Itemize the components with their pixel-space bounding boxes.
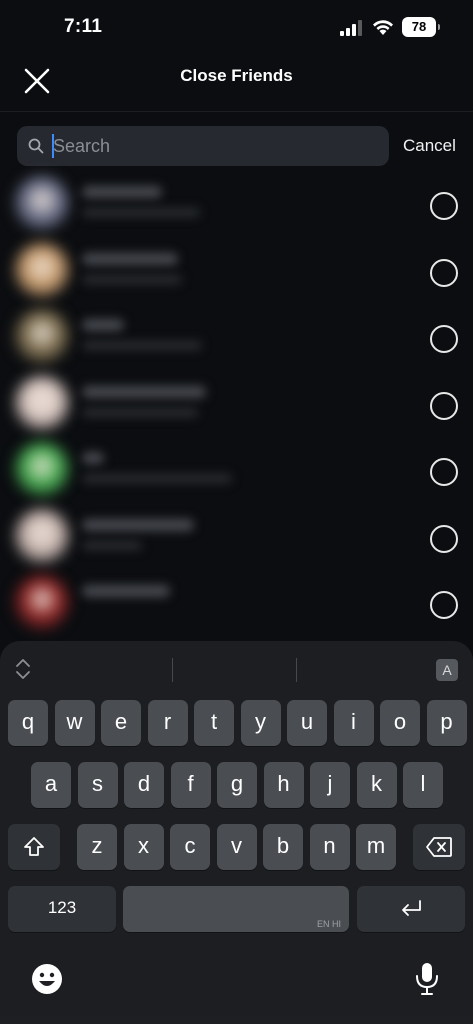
key-g[interactable]: g (217, 762, 257, 808)
key-y[interactable]: y (240, 700, 281, 746)
key-r[interactable]: r (147, 700, 188, 746)
key-h[interactable]: h (263, 762, 304, 808)
select-radio[interactable] (430, 591, 458, 619)
select-radio[interactable] (430, 325, 458, 353)
friend-name-blurred (82, 452, 104, 464)
suggestion-divider (296, 658, 297, 682)
key-s[interactable]: s (77, 762, 118, 808)
friend-name-blurred (82, 319, 124, 331)
friend-row[interactable] (0, 305, 473, 372)
friend-row[interactable] (0, 372, 473, 439)
page-title: Close Friends (180, 66, 293, 85)
search-input[interactable] (53, 126, 373, 166)
friend-username-blurred (82, 474, 232, 483)
avatar (15, 442, 69, 496)
cancel-button[interactable]: Cancel (403, 136, 456, 156)
friend-row[interactable] (0, 438, 473, 505)
suggestion-bar: A (0, 641, 473, 689)
friend-name-blurred (82, 186, 162, 198)
friend-row[interactable] (0, 239, 473, 306)
avatar (15, 176, 69, 230)
key-u[interactable]: u (287, 700, 327, 746)
key-x[interactable]: x (123, 824, 164, 870)
status-time: 7:11 (64, 16, 103, 37)
key-f[interactable]: f (170, 762, 211, 808)
header: Close Friends (0, 56, 473, 112)
friend-username-blurred (82, 540, 142, 550)
friends-list (0, 172, 473, 638)
backspace-icon (426, 837, 452, 857)
return-icon (402, 900, 421, 916)
key-w[interactable]: w (54, 700, 95, 746)
key-e[interactable]: e (101, 700, 141, 746)
friend-name-blurred (82, 518, 194, 531)
friend-username-blurred (82, 274, 182, 284)
select-radio[interactable] (430, 458, 458, 486)
avatar (15, 575, 69, 629)
key-j[interactable]: j (310, 762, 350, 808)
key-v[interactable]: v (216, 824, 257, 870)
key-q[interactable]: q (8, 700, 48, 746)
key-n[interactable]: n (309, 824, 350, 870)
wifi-icon (373, 20, 393, 35)
return-key[interactable] (357, 886, 465, 932)
avatar (15, 242, 69, 297)
select-radio[interactable] (430, 258, 458, 287)
friend-row[interactable] (0, 172, 473, 239)
delete-key[interactable] (413, 824, 465, 870)
friend-row[interactable] (0, 505, 473, 572)
key-k[interactable]: k (356, 762, 397, 808)
friend-row[interactable] (0, 571, 473, 638)
language-badge[interactable]: A (436, 659, 458, 681)
key-l[interactable]: l (403, 762, 443, 808)
key-c[interactable]: c (170, 824, 210, 870)
numbers-key[interactable]: 123 (8, 886, 116, 932)
space-key[interactable]: EN HI (123, 886, 349, 932)
cursor-move-icon[interactable] (14, 657, 32, 681)
battery-indicator: 78 (402, 17, 440, 37)
search-bar[interactable] (17, 126, 389, 166)
emoji-icon[interactable] (30, 962, 64, 996)
cellular-signal-icon (340, 20, 362, 36)
language-hint: EN HI (316, 919, 341, 929)
friend-username-blurred (82, 407, 198, 417)
select-radio[interactable] (430, 391, 458, 420)
shift-icon (24, 837, 44, 856)
microphone-icon[interactable] (414, 962, 440, 996)
status-bar: 7:11 78 (0, 0, 473, 56)
friend-username-blurred (82, 341, 202, 350)
key-i[interactable]: i (333, 700, 374, 746)
key-o[interactable]: o (380, 700, 420, 746)
suggestion-divider (172, 658, 173, 682)
key-z[interactable]: z (77, 824, 117, 870)
keyboard: A q w e r t y u i o p a s d f g h j k l z x c v b n m 123 EN HI (0, 641, 473, 1024)
friend-name-blurred (82, 585, 170, 597)
avatar (15, 508, 69, 563)
select-radio[interactable] (430, 524, 458, 553)
friend-username-blurred (82, 208, 200, 217)
key-a[interactable]: a (31, 762, 71, 808)
key-t[interactable]: t (194, 700, 234, 746)
select-radio[interactable] (430, 192, 458, 220)
search-icon (28, 138, 44, 154)
friend-name-blurred (82, 385, 206, 398)
avatar (15, 309, 69, 363)
key-p[interactable]: p (426, 700, 467, 746)
avatar (15, 375, 69, 430)
key-m[interactable]: m (356, 824, 396, 870)
text-cursor (52, 134, 54, 158)
key-b[interactable]: b (263, 824, 303, 870)
shift-key[interactable] (8, 824, 60, 870)
key-d[interactable]: d (124, 762, 164, 808)
friend-name-blurred (82, 252, 178, 265)
